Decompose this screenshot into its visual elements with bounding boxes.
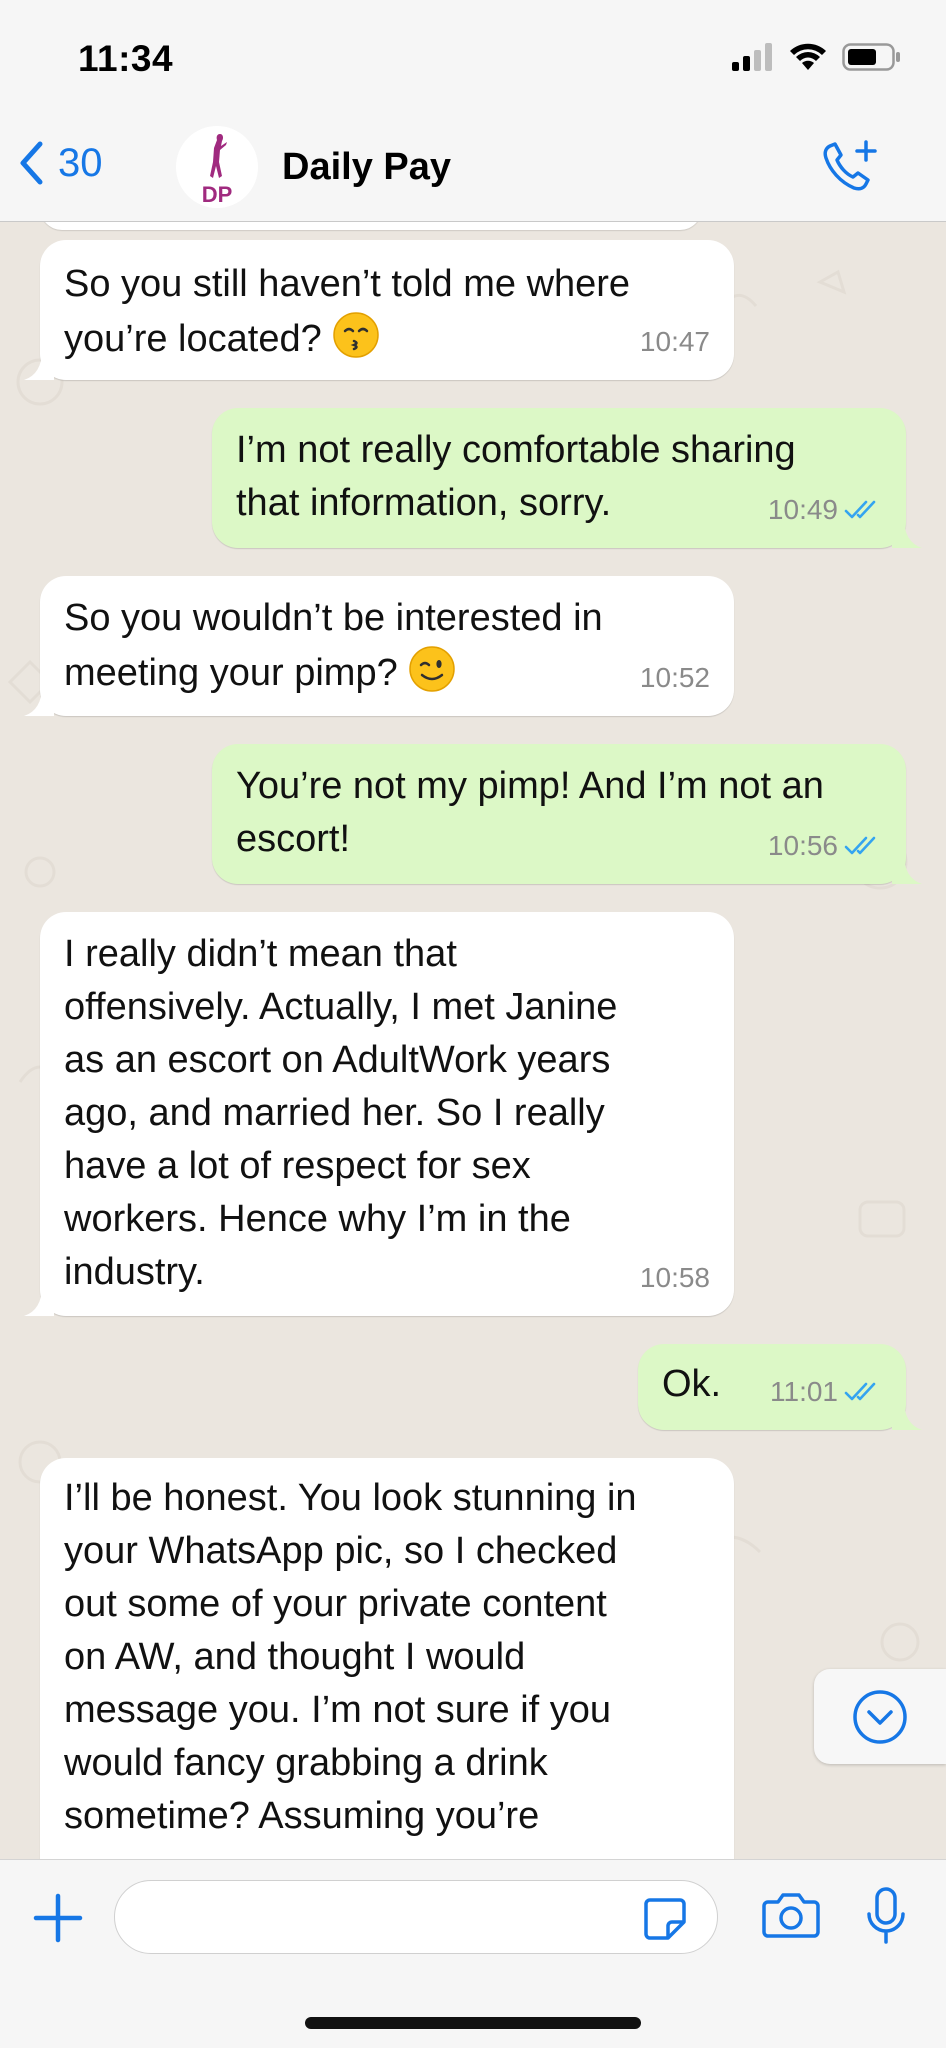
message-text: have a lot of respect for sex	[64, 1145, 531, 1187]
message-input[interactable]	[114, 1880, 718, 1954]
home-indicator	[305, 2017, 641, 2029]
back-button[interactable]: 30	[18, 140, 103, 186]
message-text: you’re located?	[64, 311, 710, 366]
read-ticks-icon	[844, 836, 876, 854]
message-text: industry.	[64, 1251, 205, 1293]
message-incoming[interactable]: So you still haven’t told me where you’r…	[24, 240, 734, 380]
chevron-left-icon	[20, 141, 43, 185]
scroll-to-bottom-button[interactable]	[814, 1669, 946, 1764]
microphone-icon[interactable]	[864, 1886, 908, 1946]
message-incoming[interactable]: So you wouldn’t be interested in meeting…	[24, 576, 734, 716]
message-time: 10:47	[639, 326, 710, 357]
message-text: on AW, and thought I would	[64, 1636, 526, 1678]
bubble-tail	[24, 1286, 54, 1316]
battery-icon	[842, 43, 900, 71]
message-text: ago, and married her. So I really	[64, 1092, 605, 1134]
message-time: 10:52	[639, 662, 710, 693]
avatar-logo-icon: DP	[176, 126, 258, 208]
chat-area[interactable]: So you still haven’t told me where you’r…	[0, 222, 946, 1859]
message-text: I’ll be honest. You look stunning in	[64, 1477, 637, 1519]
message-time: 10:56	[767, 830, 838, 861]
message-text: So you still haven’t told me where	[64, 263, 631, 305]
chat-header: 30 DP Daily Pay	[0, 110, 946, 222]
bubble-tail	[892, 854, 922, 884]
previous-message-edge	[40, 222, 702, 230]
bubble-tail	[892, 1400, 922, 1430]
plus-icon[interactable]	[30, 1890, 86, 1946]
message-meta: 10:52	[640, 651, 710, 704]
message-incoming[interactable]: I’ll be honest. You look stunning in you…	[40, 1458, 734, 1859]
sticker-icon[interactable]	[642, 1896, 688, 1942]
message-meta: 11:01	[770, 1365, 882, 1418]
message-meta: 10:56	[768, 819, 882, 872]
cellular-signal-icon	[732, 43, 772, 71]
message-meta: 10:58	[640, 1251, 710, 1304]
add-call-icon[interactable]	[820, 138, 880, 194]
message-time: 11:01	[770, 1376, 838, 1407]
avatar-text: DP	[202, 182, 233, 207]
message-text: I really didn’t mean that	[64, 933, 457, 975]
message-meta: 10:49	[768, 483, 882, 536]
message-text: as an escort on AdultWork years	[64, 1039, 611, 1081]
message-incoming[interactable]: I really didn’t mean that offensively. A…	[24, 912, 734, 1316]
bubble-tail	[24, 350, 54, 380]
message-time: 10:58	[639, 1262, 710, 1293]
wifi-icon	[790, 43, 826, 70]
message-text: out some of your private content	[64, 1583, 607, 1625]
bubble-tail	[24, 686, 54, 716]
bubble-tail	[892, 518, 922, 548]
contact-name[interactable]: Daily Pay	[282, 146, 451, 189]
status-icons	[730, 42, 902, 72]
message-text-line: you’re located?	[64, 318, 322, 360]
message-outgoing[interactable]: You’re not my pimp! And I’m not an escor…	[212, 744, 922, 884]
message-text: message you. I’m not sure if you	[64, 1689, 612, 1731]
message-outgoing[interactable]: I’m not really comfortable sharing that …	[212, 408, 922, 548]
message-text: sometime? Assuming you’re	[64, 1795, 540, 1837]
message-text: workers. Hence why I’m in the	[64, 1198, 571, 1240]
message-text: your WhatsApp pic, so I checked	[64, 1530, 618, 1572]
message-outgoing[interactable]: Ok. 11:01	[638, 1344, 922, 1430]
message-text: would fancy grabbing a drink	[64, 1742, 548, 1784]
input-bar	[0, 1859, 946, 2048]
winking-face-icon	[409, 646, 456, 692]
chevron-down-circle-icon	[853, 1689, 907, 1744]
message-text-line: meeting your pimp?	[64, 652, 398, 694]
message-time: 10:49	[767, 494, 838, 525]
status-bar: 11:34	[0, 0, 946, 125]
status-time: 11:34	[78, 38, 174, 79]
message-text: meeting your pimp?	[64, 645, 710, 700]
message-text: I’m not really comfortable sharing	[236, 429, 796, 471]
message-text: offensively. Actually, I met Janine	[64, 986, 618, 1028]
contact-avatar[interactable]: DP	[176, 126, 258, 208]
read-ticks-icon	[844, 1382, 876, 1400]
kissing-face-icon	[333, 312, 380, 358]
message-text: You’re not my pimp! And I’m not an	[236, 765, 824, 807]
camera-icon[interactable]	[762, 1890, 820, 1940]
read-ticks-icon	[844, 500, 876, 518]
message-meta: 10:47	[640, 315, 710, 368]
unread-count: 30	[58, 140, 103, 185]
message-text: So you wouldn’t be interested in	[64, 597, 603, 639]
